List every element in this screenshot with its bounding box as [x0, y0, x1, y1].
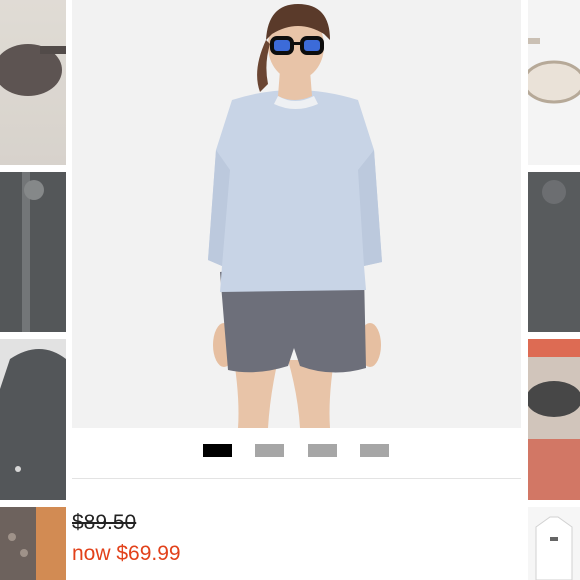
sale-price: now $69.99 — [72, 542, 181, 565]
carousel-dot-1[interactable] — [203, 444, 232, 457]
carousel-dot-2[interactable] — [255, 444, 284, 457]
left-thumbnail-column — [0, 0, 66, 580]
product-photo[interactable] — [72, 0, 521, 428]
carousel-dot-3[interactable] — [308, 444, 337, 457]
thumbnail-sunglasses-left[interactable] — [0, 0, 66, 165]
right-thumbnail-column — [528, 0, 580, 580]
product-detail: $89.50 now $69.99 — [72, 0, 521, 580]
carousel-indicators — [72, 444, 521, 458]
thumbnail-sunglasses-right[interactable] — [528, 0, 580, 165]
original-price: $89.50 — [72, 511, 137, 534]
thumbnail-dark-jacket[interactable] — [528, 172, 580, 332]
carousel-dot-4[interactable] — [360, 444, 389, 457]
divider — [72, 478, 521, 479]
thumbnail-studded-bag[interactable] — [0, 507, 66, 580]
thumbnail-sunglasses-red-top[interactable] — [528, 339, 580, 500]
thumbnail-white-top[interactable] — [528, 507, 580, 580]
thumbnail-black-hooded-jacket[interactable] — [0, 339, 66, 500]
thumbnail-black-jacket[interactable] — [0, 172, 66, 332]
model-illustration — [72, 0, 521, 428]
